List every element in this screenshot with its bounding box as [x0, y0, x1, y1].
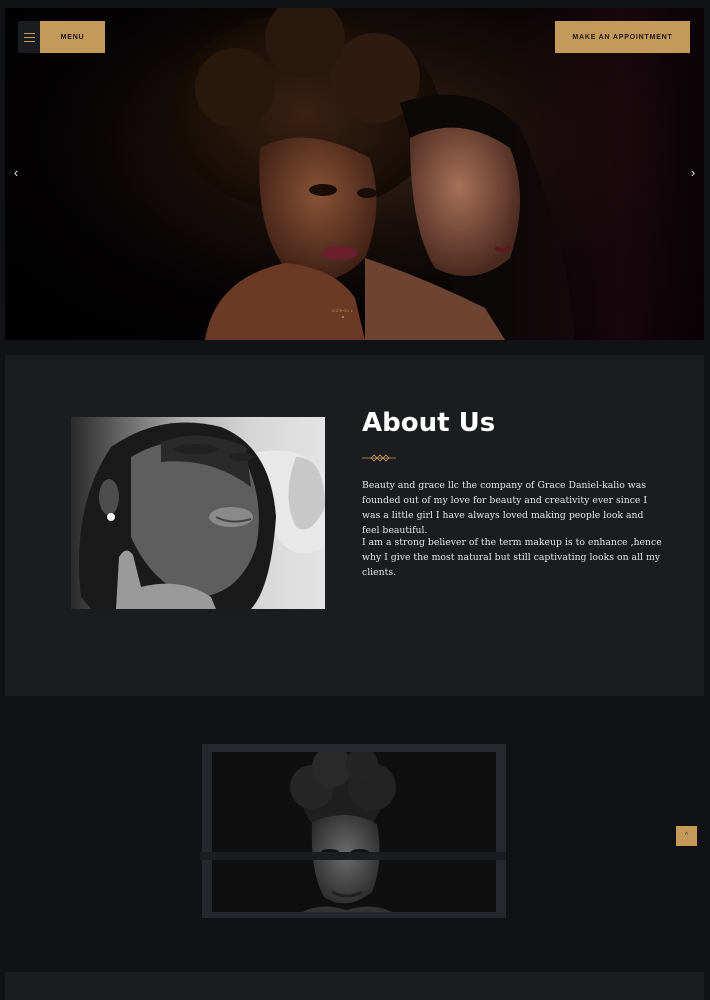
about-section: About Us Beauty and grace llc the compan… — [5, 355, 704, 696]
gallery-image — [212, 752, 496, 912]
scroll-indicator[interactable]: SCROLL — [323, 308, 363, 318]
menu-label: MENU — [40, 21, 105, 53]
chevron-right-icon[interactable]: › — [686, 166, 700, 180]
scroll-label: SCROLL — [331, 308, 354, 313]
next-section — [5, 972, 704, 1000]
about-paragraph-2: I am a strong believer of the term makeu… — [362, 537, 662, 578]
hero-vignette — [504, 8, 704, 340]
ornament-divider-icon — [362, 454, 396, 462]
about-photo — [71, 417, 325, 609]
about-title: About Us — [362, 408, 496, 438]
scroll-dot-icon — [342, 316, 344, 318]
chevron-up-icon[interactable]: ^ — [676, 826, 697, 846]
gallery-overlay-band — [200, 852, 506, 860]
hamburger-icon — [18, 21, 40, 53]
about-paragraph-1: Beauty and grace llc the company of Grac… — [362, 480, 648, 536]
make-appointment-button[interactable]: MAKE AN APPOINTMENT — [555, 21, 690, 53]
gallery-frame — [200, 744, 506, 918]
hero-slider: MENU MAKE AN APPOINTMENT ‹ › SCROLL — [5, 8, 704, 340]
chevron-left-icon[interactable]: ‹ — [9, 166, 23, 180]
menu-button[interactable]: MENU — [18, 21, 105, 53]
